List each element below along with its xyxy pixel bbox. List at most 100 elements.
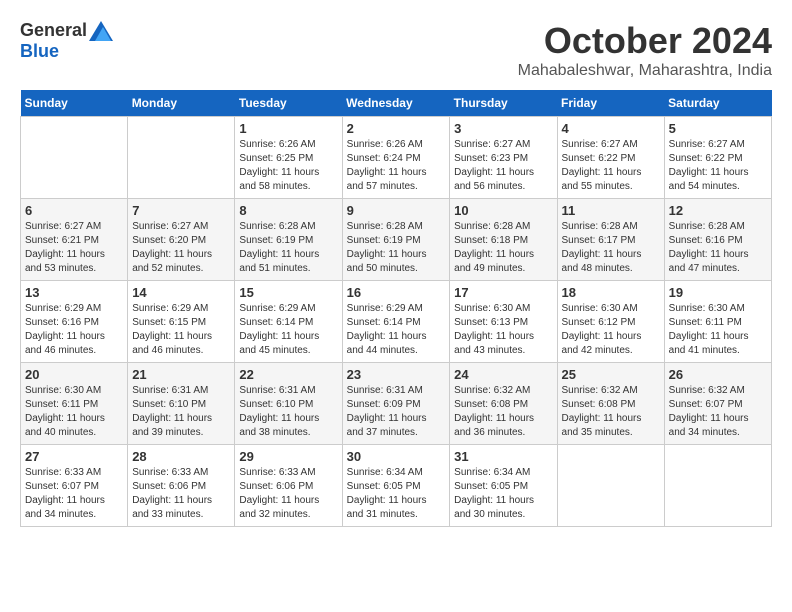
day-info: Sunrise: 6:27 AM Sunset: 6:22 PM Dayligh… xyxy=(669,138,767,194)
day-number: 5 xyxy=(669,121,767,136)
day-info: Sunrise: 6:32 AM Sunset: 6:08 PM Dayligh… xyxy=(562,384,660,440)
calendar-cell: 31 Sunrise: 6:34 AM Sunset: 6:05 PM Dayli… xyxy=(450,445,557,527)
header-sunday: Sunday xyxy=(21,90,128,117)
header-wednesday: Wednesday xyxy=(342,90,450,117)
calendar-cell: 14Sunrise: 6:29 AM Sunset: 6:15 PM Dayli… xyxy=(128,281,235,363)
day-info: Sunrise: 6:29 AM Sunset: 6:15 PM Dayligh… xyxy=(132,302,230,358)
day-number: 9 xyxy=(347,203,446,218)
day-info: Sunrise: 6:30 AM Sunset: 6:11 PM Dayligh… xyxy=(669,302,767,358)
calendar-cell: 6Sunrise: 6:27 AM Sunset: 6:21 PM Daylig… xyxy=(21,199,128,281)
calendar-cell: 3 Sunrise: 6:27 AM Sunset: 6:23 PM Daylig… xyxy=(450,117,557,199)
calendar-cell: 28Sunrise: 6:33 AM Sunset: 6:06 PM Dayli… xyxy=(128,445,235,527)
calendar-cell: 21Sunrise: 6:31 AM Sunset: 6:10 PM Dayli… xyxy=(128,363,235,445)
day-number: 21 xyxy=(132,367,230,382)
calendar-cell: 29 Sunrise: 6:33 AM Sunset: 6:06 PM Dayli… xyxy=(235,445,342,527)
calendar-cell: 8Sunrise: 6:28 AM Sunset: 6:19 PM Daylig… xyxy=(235,199,342,281)
calendar-cell: 10 Sunrise: 6:28 AM Sunset: 6:18 PM Dayli… xyxy=(450,199,557,281)
days-of-week-row: Sunday Monday Tuesday Wednesday Thursday… xyxy=(21,90,772,117)
calendar-cell: 15Sunrise: 6:29 AM Sunset: 6:14 PM Dayli… xyxy=(235,281,342,363)
calendar-cell: 1 Sunrise: 6:26 AM Sunset: 6:25 PM Daylig… xyxy=(235,117,342,199)
day-number: 4 xyxy=(562,121,660,136)
calendar-cell: 24 Sunrise: 6:32 AM Sunset: 6:08 PM Dayli… xyxy=(450,363,557,445)
header-monday: Monday xyxy=(128,90,235,117)
header-saturday: Saturday xyxy=(664,90,771,117)
calendar-cell: 26Sunrise: 6:32 AM Sunset: 6:07 PM Dayli… xyxy=(664,363,771,445)
day-number: 18 xyxy=(562,285,660,300)
calendar-cell: 19 Sunrise: 6:30 AM Sunset: 6:11 PM Dayli… xyxy=(664,281,771,363)
day-number: 2 xyxy=(347,121,446,136)
day-info: Sunrise: 6:32 AM Sunset: 6:07 PM Dayligh… xyxy=(669,384,767,440)
day-number: 22 xyxy=(239,367,337,382)
day-info: Sunrise: 6:32 AM Sunset: 6:08 PM Dayligh… xyxy=(454,384,552,440)
calendar-cell: 20Sunrise: 6:30 AM Sunset: 6:11 PM Dayli… xyxy=(21,363,128,445)
calendar-cell: 4 Sunrise: 6:27 AM Sunset: 6:22 PM Daylig… xyxy=(557,117,664,199)
calendar-cell: 18 Sunrise: 6:30 AM Sunset: 6:12 PM Dayli… xyxy=(557,281,664,363)
day-number: 31 xyxy=(454,449,552,464)
day-number: 19 xyxy=(669,285,767,300)
day-number: 3 xyxy=(454,121,552,136)
logo-blue-text: Blue xyxy=(20,41,59,62)
calendar-cell: 16 Sunrise: 6:29 AM Sunset: 6:14 PM Dayli… xyxy=(342,281,450,363)
calendar-header: Sunday Monday Tuesday Wednesday Thursday… xyxy=(21,90,772,117)
logo-icon xyxy=(89,21,113,41)
calendar-cell xyxy=(664,445,771,527)
page-header: General Blue October 2024 Mahabaleshwar,… xyxy=(20,20,772,80)
day-info: Sunrise: 6:28 AM Sunset: 6:18 PM Dayligh… xyxy=(454,220,552,276)
day-number: 30 xyxy=(347,449,446,464)
day-number: 17 xyxy=(454,285,552,300)
day-number: 16 xyxy=(347,285,446,300)
day-info: Sunrise: 6:27 AM Sunset: 6:23 PM Dayligh… xyxy=(454,138,552,194)
day-info: Sunrise: 6:31 AM Sunset: 6:09 PM Dayligh… xyxy=(347,384,446,440)
week-row-1: 1 Sunrise: 6:26 AM Sunset: 6:25 PM Daylig… xyxy=(21,117,772,199)
day-info: Sunrise: 6:27 AM Sunset: 6:21 PM Dayligh… xyxy=(25,220,123,276)
calendar-cell: 22 Sunrise: 6:31 AM Sunset: 6:10 PM Dayli… xyxy=(235,363,342,445)
day-info: Sunrise: 6:30 AM Sunset: 6:12 PM Dayligh… xyxy=(562,302,660,358)
day-info: Sunrise: 6:33 AM Sunset: 6:06 PM Dayligh… xyxy=(239,466,337,522)
week-row-2: 6Sunrise: 6:27 AM Sunset: 6:21 PM Daylig… xyxy=(21,199,772,281)
week-row-4: 20Sunrise: 6:30 AM Sunset: 6:11 PM Dayli… xyxy=(21,363,772,445)
calendar-cell: 13 Sunrise: 6:29 AM Sunset: 6:16 PM Dayli… xyxy=(21,281,128,363)
day-number: 10 xyxy=(454,203,552,218)
day-number: 27 xyxy=(25,449,123,464)
logo-general-text: General xyxy=(20,20,87,41)
day-info: Sunrise: 6:30 AM Sunset: 6:11 PM Dayligh… xyxy=(25,384,123,440)
day-info: Sunrise: 6:28 AM Sunset: 6:19 PM Dayligh… xyxy=(239,220,337,276)
day-info: Sunrise: 6:31 AM Sunset: 6:10 PM Dayligh… xyxy=(239,384,337,440)
day-info: Sunrise: 6:34 AM Sunset: 6:05 PM Dayligh… xyxy=(454,466,552,522)
month-title: October 2024 xyxy=(518,20,772,62)
day-info: Sunrise: 6:26 AM Sunset: 6:24 PM Dayligh… xyxy=(347,138,446,194)
header-thursday: Thursday xyxy=(450,90,557,117)
week-row-3: 13 Sunrise: 6:29 AM Sunset: 6:16 PM Dayli… xyxy=(21,281,772,363)
day-number: 29 xyxy=(239,449,337,464)
day-info: Sunrise: 6:27 AM Sunset: 6:22 PM Dayligh… xyxy=(562,138,660,194)
calendar-cell: 12Sunrise: 6:28 AM Sunset: 6:16 PM Dayli… xyxy=(664,199,771,281)
day-number: 11 xyxy=(562,203,660,218)
calendar-cell: 9Sunrise: 6:28 AM Sunset: 6:19 PM Daylig… xyxy=(342,199,450,281)
header-tuesday: Tuesday xyxy=(235,90,342,117)
calendar-cell: 27 Sunrise: 6:33 AM Sunset: 6:07 PM Dayli… xyxy=(21,445,128,527)
day-number: 1 xyxy=(239,121,337,136)
logo: General Blue xyxy=(20,20,113,62)
title-section: October 2024 Mahabaleshwar, Maharashtra,… xyxy=(518,20,772,80)
day-info: Sunrise: 6:29 AM Sunset: 6:14 PM Dayligh… xyxy=(347,302,446,358)
day-number: 7 xyxy=(132,203,230,218)
day-number: 24 xyxy=(454,367,552,382)
location-subtitle: Mahabaleshwar, Maharashtra, India xyxy=(518,62,772,80)
day-info: Sunrise: 6:33 AM Sunset: 6:07 PM Dayligh… xyxy=(25,466,123,522)
day-info: Sunrise: 6:33 AM Sunset: 6:06 PM Dayligh… xyxy=(132,466,230,522)
day-info: Sunrise: 6:27 AM Sunset: 6:20 PM Dayligh… xyxy=(132,220,230,276)
calendar-cell xyxy=(128,117,235,199)
day-info: Sunrise: 6:28 AM Sunset: 6:17 PM Dayligh… xyxy=(562,220,660,276)
calendar-cell xyxy=(21,117,128,199)
header-friday: Friday xyxy=(557,90,664,117)
calendar-cell: 2 Sunrise: 6:26 AM Sunset: 6:24 PM Daylig… xyxy=(342,117,450,199)
calendar-cell: 7 Sunrise: 6:27 AM Sunset: 6:20 PM Daylig… xyxy=(128,199,235,281)
day-info: Sunrise: 6:29 AM Sunset: 6:16 PM Dayligh… xyxy=(25,302,123,358)
day-info: Sunrise: 6:30 AM Sunset: 6:13 PM Dayligh… xyxy=(454,302,552,358)
calendar-table: Sunday Monday Tuesday Wednesday Thursday… xyxy=(20,90,772,527)
calendar-cell xyxy=(557,445,664,527)
day-number: 15 xyxy=(239,285,337,300)
calendar-cell: 5 Sunrise: 6:27 AM Sunset: 6:22 PM Daylig… xyxy=(664,117,771,199)
day-info: Sunrise: 6:26 AM Sunset: 6:25 PM Dayligh… xyxy=(239,138,337,194)
day-number: 13 xyxy=(25,285,123,300)
